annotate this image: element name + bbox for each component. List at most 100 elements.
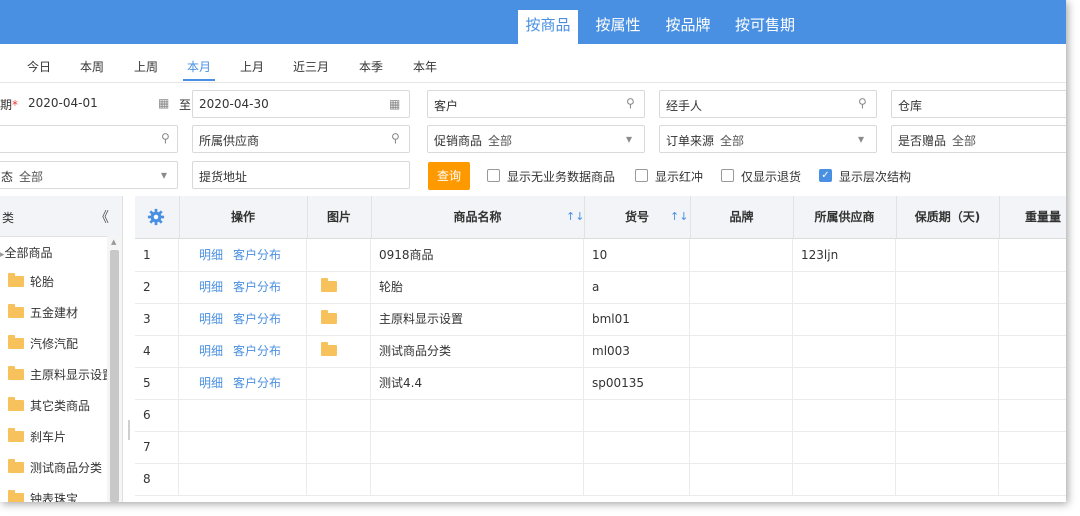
folder-icon (8, 428, 24, 442)
chevron-down-icon: ▾ (626, 132, 633, 146)
supplier-cell (793, 335, 896, 367)
shelf-life-cell (896, 303, 999, 335)
calendar-icon[interactable]: ▦ (389, 97, 400, 111)
query-button[interactable]: 查询 (428, 162, 470, 190)
date-tab-last-week[interactable]: 上周 (134, 58, 158, 75)
date-tab-this-year[interactable]: 本年 (413, 58, 437, 75)
collapse-sidebar-icon[interactable]: 《 (95, 207, 109, 227)
tree-item[interactable]: 钟表珠宝 (8, 490, 78, 502)
tab-by-product[interactable]: 按商品 (518, 10, 578, 44)
warehouse-field[interactable]: 仓库 (891, 90, 1066, 118)
date-tab-last-month[interactable]: 上月 (240, 58, 264, 75)
date-tab-last-3-months[interactable]: 近三月 (293, 58, 329, 75)
date-range-tabs: 今日 本周 上周 本月 上月 近三月 本季 本年 (0, 44, 1066, 83)
detail-link[interactable]: 明细 (199, 376, 223, 390)
weight-cell (999, 271, 1066, 303)
sort-icon[interactable]: ↑↓ (566, 196, 584, 238)
pickup-address-field[interactable]: 提货地址 (192, 161, 410, 189)
row-number: 4 (135, 335, 179, 367)
weight-cell (999, 463, 1066, 495)
detail-link[interactable]: 明细 (199, 344, 223, 358)
customer-distribution-link[interactable]: 客户分布 (233, 312, 281, 326)
status-select[interactable]: 态全部 ▾ (0, 161, 178, 189)
weight-cell (999, 335, 1066, 367)
supplier-cell: 123ljn (793, 239, 896, 271)
handler-field[interactable]: 经手人 ⚲ (659, 90, 877, 118)
sort-icon[interactable]: ↑↓ (670, 196, 688, 238)
scrollbar-thumb[interactable] (110, 250, 119, 502)
table-row[interactable]: 3 明细 客户分布 主原料显示设置 bml01 (135, 303, 1066, 336)
scroll-up-icon[interactable]: ▲ (111, 238, 116, 246)
customer-distribution-link[interactable]: 客户分布 (233, 376, 281, 390)
table-row[interactable]: 5 明细 客户分布 测试4.4 sp00135 (135, 367, 1066, 400)
sidebar-header: 类 《 (0, 196, 122, 237)
item-code-cell: a (584, 271, 690, 303)
tree-item[interactable]: 五金建材 (8, 304, 78, 324)
checkbox-show-red-reverse[interactable] (635, 169, 648, 182)
sidebar-scrollbar[interactable]: ▲ (107, 236, 122, 502)
weight-cell (999, 399, 1066, 431)
date-separator: 至 (179, 98, 192, 112)
table-row[interactable]: 2 明细 客户分布 轮胎 a (135, 271, 1066, 304)
date-tab-this-quarter[interactable]: 本季 (359, 58, 383, 75)
column-header-product-name[interactable]: 商品名称 ↑↓ (371, 196, 585, 238)
table-row[interactable]: 8 (135, 463, 1066, 496)
detail-link[interactable]: 明细 (199, 312, 223, 326)
checkbox-only-returns[interactable] (721, 169, 734, 182)
date-tab-this-week[interactable]: 本周 (80, 58, 104, 75)
checkbox-show-hierarchy[interactable]: ✓ (819, 169, 832, 182)
customer-distribution-link[interactable]: 客户分布 (233, 344, 281, 358)
date-tab-today[interactable]: 今日 (27, 58, 51, 75)
brand-cell (690, 367, 793, 399)
product-name-cell: 测试4.4 (371, 367, 584, 399)
search-icon[interactable]: ⚲ (626, 96, 635, 110)
tree-item[interactable]: 测试商品分类 (8, 459, 102, 479)
product-name-cell: 0918商品 (371, 239, 584, 271)
tree-item[interactable]: 轮胎 (8, 273, 54, 293)
customer-distribution-link[interactable]: 客户分布 (233, 280, 281, 294)
detail-link[interactable]: 明细 (199, 248, 223, 262)
tree-item[interactable]: 汽修汽配 (8, 335, 78, 355)
tree-root-all-products[interactable]: ▸全部商品 (0, 244, 53, 264)
tree-item[interactable]: 其它类商品 (8, 397, 90, 417)
column-header-shelf-life: 保质期（天) (896, 196, 1000, 238)
product-search-field[interactable]: ⚲ (0, 125, 178, 153)
search-icon[interactable]: ⚲ (161, 131, 170, 145)
tab-by-brand[interactable]: 按品牌 (658, 10, 718, 44)
brand-cell (690, 303, 793, 335)
supplier-field[interactable]: 所属供应商 ⚲ (192, 125, 410, 153)
category-sidebar: 类 《 ▸全部商品 轮胎 五金建材 汽修汽配 主原料显示设置 其它类商品 刹车片… (0, 196, 123, 502)
tree-item[interactable]: 刹车片 (8, 428, 66, 448)
column-settings[interactable] (135, 196, 180, 238)
shelf-life-cell (896, 431, 999, 463)
column-header-item-code[interactable]: 货号 ↑↓ (584, 196, 691, 238)
promo-select[interactable]: 促销商品 全部 ▾ (427, 125, 645, 153)
customer-field[interactable]: 客户 ⚲ (427, 90, 645, 118)
gear-icon[interactable] (147, 208, 165, 226)
table-row[interactable]: 7 (135, 431, 1066, 464)
table-row[interactable]: 4 明细 客户分布 测试商品分类 ml003 (135, 335, 1066, 368)
calendar-icon[interactable]: ▦ (158, 96, 169, 110)
tree-item[interactable]: 主原料显示设置 (8, 366, 107, 386)
checkbox-show-no-data[interactable] (487, 169, 500, 182)
date-from-field[interactable]: 2020-04-01 ▦ (20, 90, 178, 118)
date-to-field[interactable]: 2020-04-30 ▦ (192, 90, 410, 118)
row-actions (179, 463, 307, 495)
tab-by-attribute[interactable]: 按属性 (588, 10, 648, 44)
table-row[interactable]: 6 (135, 399, 1066, 432)
checkbox-label: 仅显示退货 (741, 170, 802, 184)
search-icon[interactable]: ⚲ (391, 131, 400, 145)
search-icon[interactable]: ⚲ (858, 96, 867, 110)
customer-distribution-link[interactable]: 客户分布 (233, 248, 281, 262)
detail-link[interactable]: 明细 (199, 280, 223, 294)
order-source-select[interactable]: 订单来源 全部 ▾ (659, 125, 877, 153)
weight-cell (999, 303, 1066, 335)
item-code-cell (584, 431, 690, 463)
gift-select[interactable]: 是否赠品 全部 (891, 125, 1066, 153)
folder-icon (8, 397, 24, 411)
panel-splitter[interactable] (128, 420, 130, 440)
date-tab-this-month[interactable]: 本月 (182, 58, 216, 81)
tab-by-sale-period[interactable]: 按可售期 (728, 10, 802, 44)
row-number: 7 (135, 431, 179, 463)
table-row[interactable]: 1 明细 客户分布 0918商品 10 123ljn (135, 239, 1066, 272)
